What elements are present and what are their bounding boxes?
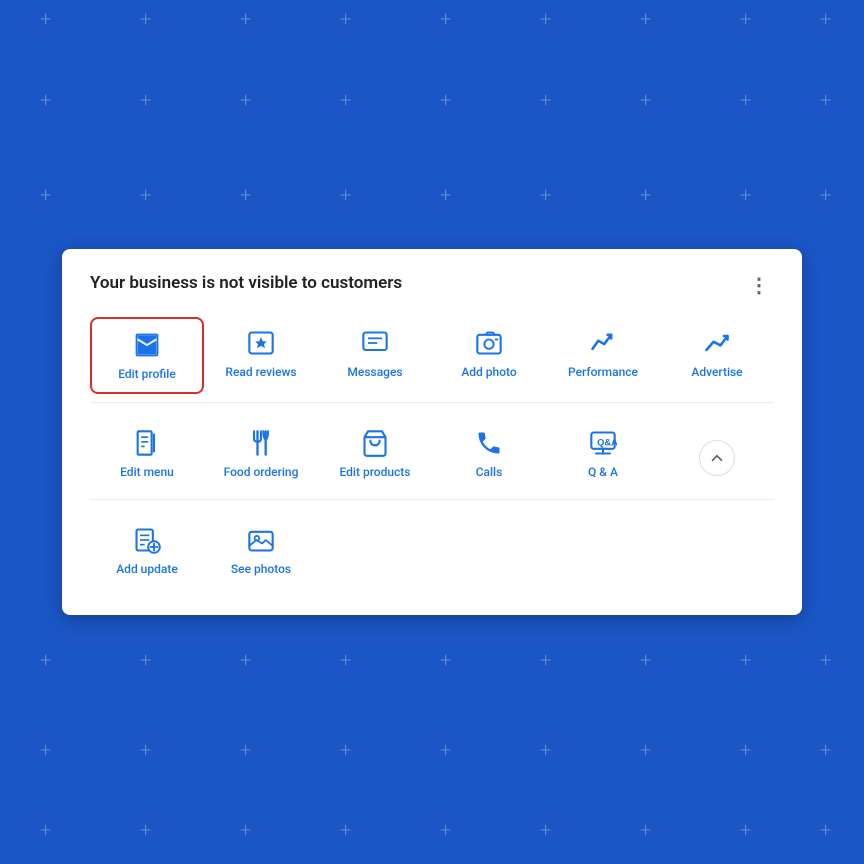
performance-button[interactable]: Performance: [546, 317, 660, 395]
card-title: Your business is not visible to customer…: [90, 273, 402, 293]
utensils-icon: [245, 427, 277, 459]
actions-row-3: Add update See photos: [90, 514, 774, 588]
add-update-button[interactable]: Add update: [90, 514, 204, 588]
food-ordering-label: Food ordering: [224, 465, 299, 481]
advertise-icon: [701, 327, 733, 359]
performance-label: Performance: [568, 365, 638, 381]
add-photo-icon: [473, 327, 505, 359]
row-divider-2: [90, 499, 774, 500]
menu-book-icon: [131, 427, 163, 459]
add-update-label: Add update: [116, 562, 178, 578]
calls-button[interactable]: Calls: [432, 417, 546, 491]
edit-menu-button[interactable]: Edit menu: [90, 417, 204, 491]
read-reviews-label: Read reviews: [225, 365, 296, 381]
edit-profile-label: Edit profile: [118, 367, 176, 383]
see-photos-icon: [245, 524, 277, 556]
see-photos-button[interactable]: See photos: [204, 514, 318, 588]
collapse-button[interactable]: [699, 440, 735, 476]
messages-label: Messages: [347, 365, 402, 381]
qa-icon: Q&A: [587, 427, 619, 459]
message-icon: [359, 327, 391, 359]
edit-profile-button[interactable]: Edit profile: [90, 317, 204, 395]
shopping-bag-icon: [359, 427, 391, 459]
read-reviews-button[interactable]: Read reviews: [204, 317, 318, 395]
qa-button[interactable]: Q&A Q & A: [546, 417, 660, 491]
actions-row-1: Edit profile Read reviews Messages: [90, 317, 774, 395]
add-update-icon: [131, 524, 163, 556]
qa-label: Q & A: [588, 465, 618, 481]
store-icon: [131, 329, 163, 361]
performance-icon: [587, 327, 619, 359]
edit-products-button[interactable]: Edit products: [318, 417, 432, 491]
card-header: Your business is not visible to customer…: [90, 273, 774, 297]
business-card: Your business is not visible to customer…: [62, 249, 802, 616]
calls-label: Calls: [476, 465, 503, 481]
star-icon: [245, 327, 277, 359]
advertise-button[interactable]: Advertise: [660, 317, 774, 395]
more-options-icon[interactable]: ⋮: [745, 273, 774, 297]
edit-products-label: Edit products: [340, 465, 411, 481]
see-photos-label: See photos: [231, 562, 291, 578]
row-divider-1: [90, 402, 774, 403]
messages-button[interactable]: Messages: [318, 317, 432, 395]
actions-row-2: Edit menu Food ordering: [90, 417, 774, 491]
add-photo-label: Add photo: [461, 365, 516, 381]
collapse-button-cell: [660, 417, 774, 491]
chevron-up-icon: [708, 449, 726, 467]
svg-text:Q&A: Q&A: [597, 438, 617, 448]
food-ordering-button[interactable]: Food ordering: [204, 417, 318, 491]
phone-icon: [473, 427, 505, 459]
add-photo-button[interactable]: Add photo: [432, 317, 546, 395]
advertise-label: Advertise: [691, 365, 742, 381]
edit-menu-label: Edit menu: [120, 465, 174, 481]
